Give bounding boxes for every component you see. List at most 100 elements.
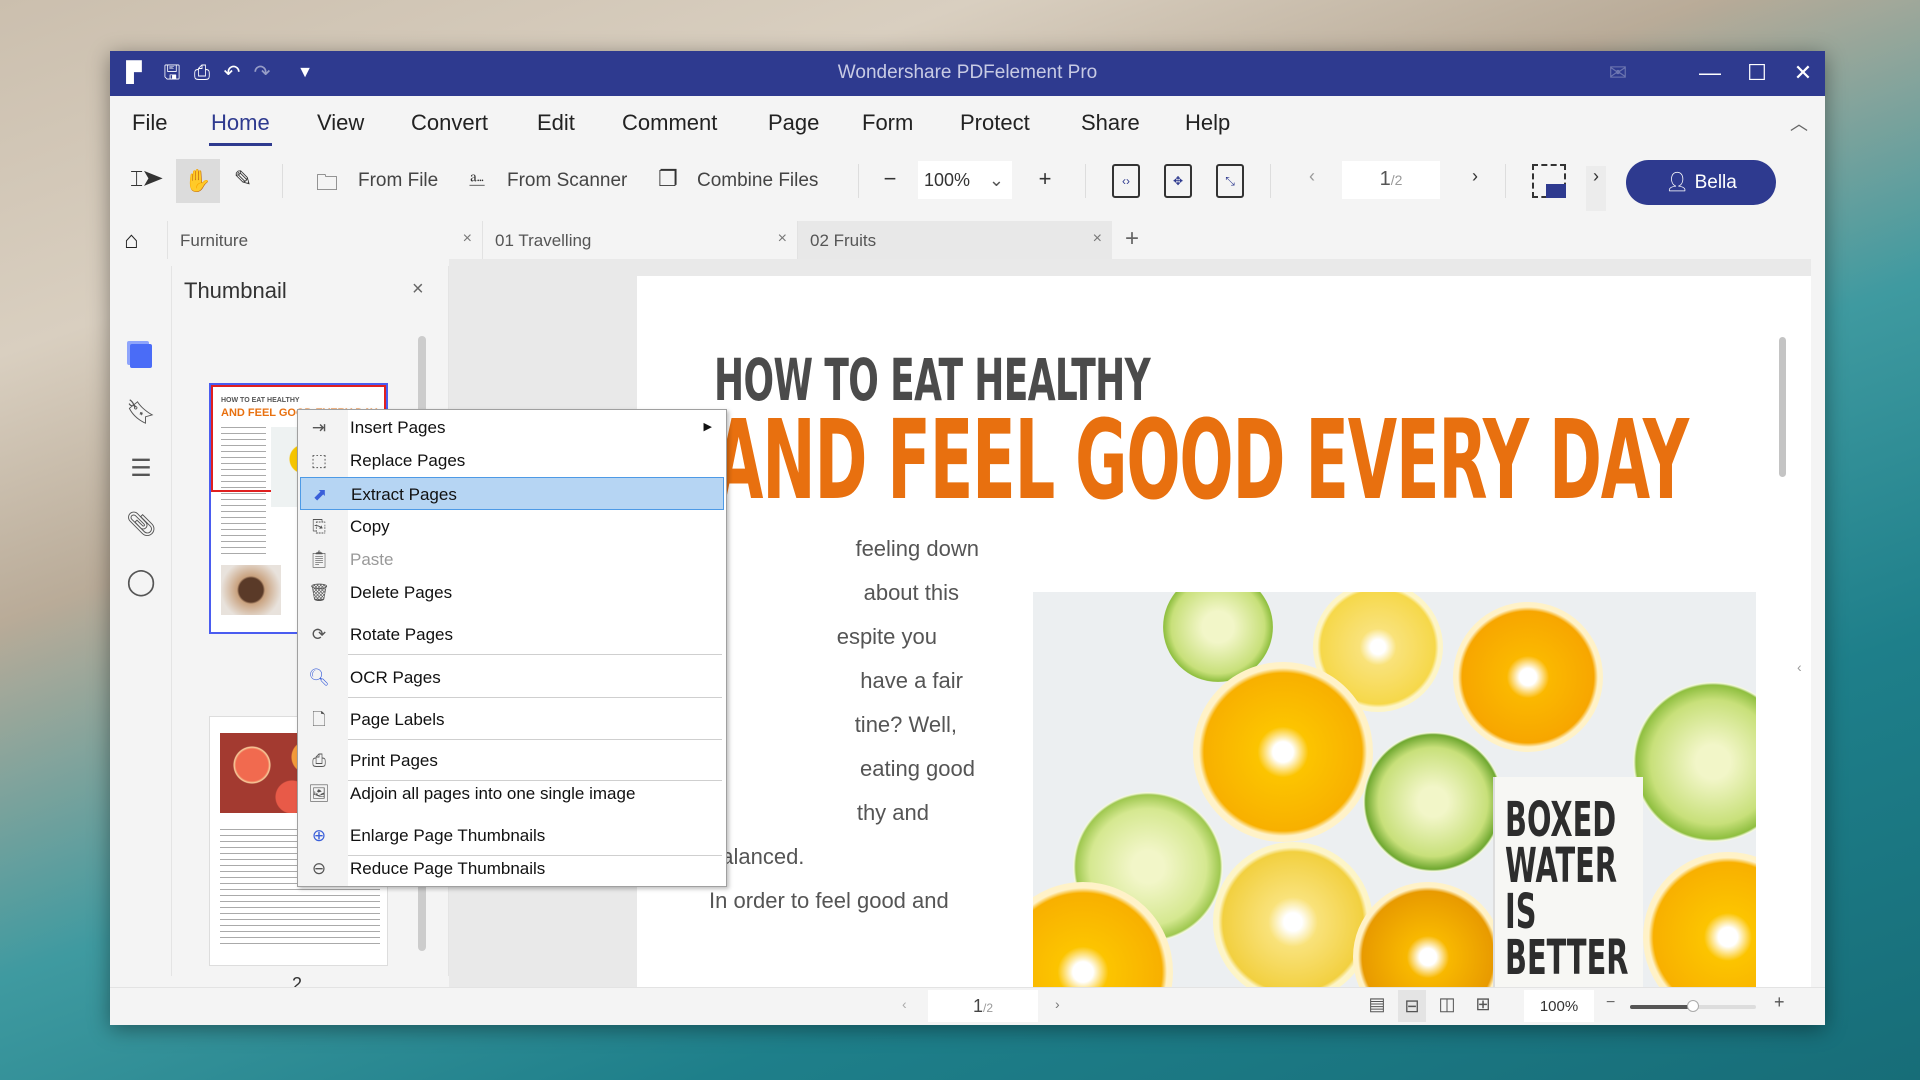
new-tab-button[interactable]: +	[1125, 225, 1139, 253]
user-icon: 👤︎	[1665, 172, 1695, 193]
close-panel-icon[interactable]: ×	[412, 278, 424, 301]
tab-label: 02 Fruits	[810, 231, 877, 250]
copy-icon: ⎘	[312, 517, 326, 536]
status-next-page[interactable]: ›	[1055, 996, 1060, 1012]
collapse-ribbon-icon[interactable]: ︿	[1790, 110, 1808, 136]
page-current: 1	[1379, 168, 1391, 190]
page-total: /2	[1390, 172, 1403, 188]
page-input[interactable]: 1/2	[1342, 161, 1440, 199]
menu-protect[interactable]: Protect	[960, 110, 1030, 136]
menu-separator	[348, 697, 722, 698]
bookmark-icon[interactable]: 🔖︎	[126, 398, 156, 427]
context-menu-item-enlarge-page-thumbnails[interactable]: ⊕ Enlarge Page Thumbnails	[300, 819, 724, 852]
home-icon[interactable]: ⌂	[124, 227, 139, 255]
prev-page-button[interactable]: ‹	[1302, 166, 1322, 187]
menu-view[interactable]: View	[317, 110, 364, 136]
folder-add-icon[interactable]: 🗀	[310, 166, 344, 204]
from-file-button[interactable]: From File	[358, 170, 438, 192]
status-zoom-value[interactable]: 100%	[1524, 990, 1594, 1022]
menu-share[interactable]: Share	[1081, 110, 1140, 136]
select-tool-icon[interactable]: ⌶➤	[130, 166, 163, 192]
zoom-select[interactable]: 100% ⌄	[918, 161, 1012, 199]
context-menu-item-extract-pages[interactable]: ⬈ Extract Pages	[300, 477, 724, 510]
hand-tool-icon[interactable]: ✋	[176, 159, 220, 203]
close-tab-icon[interactable]: ×	[1093, 230, 1102, 248]
fit-page-icon[interactable]: ✥	[1164, 164, 1192, 198]
context-menu-item-page-labels[interactable]: 🗋 Page Labels	[300, 703, 724, 736]
context-menu-item-copy[interactable]: ⎘ Copy	[300, 510, 724, 543]
context-menu-item-reduce-page-thumbnails[interactable]: ⊖ Reduce Page Thumbnails	[300, 852, 724, 885]
combine-files-icon[interactable]: ❐	[653, 166, 683, 192]
menu-separator	[348, 654, 722, 655]
fit-width-icon[interactable]: ‹›	[1112, 164, 1140, 198]
maximize-button[interactable]: ☐	[1742, 59, 1772, 87]
right-panel-toggle-icon[interactable]: ‹	[1797, 659, 1802, 675]
context-menu-item-rotate-pages[interactable]: ⟳ Rotate Pages	[300, 618, 724, 651]
menu-convert[interactable]: Convert	[411, 110, 488, 136]
scanner-icon[interactable]: ⎁	[460, 166, 494, 192]
zoom-slider-handle[interactable]	[1687, 1000, 1699, 1012]
vertical-scrollbar[interactable]	[1779, 337, 1786, 477]
menu-page[interactable]: Page	[768, 110, 819, 136]
zoom-in-button[interactable]: +	[1035, 166, 1055, 192]
chevron-down-icon: ⌄	[988, 170, 1004, 190]
continuous-view-icon[interactable]: ⊟	[1398, 990, 1426, 1022]
tab-furniture[interactable]: Furniture ×	[167, 221, 482, 259]
search-icon[interactable]: ◯	[126, 566, 156, 597]
mail-icon[interactable]: ✉	[1603, 59, 1633, 87]
more-tools-chevron-icon[interactable]: ›	[1586, 166, 1606, 211]
context-menu-item-ocr-pages[interactable]: 🔍︎ OCR Pages	[300, 661, 724, 694]
status-zoom-out[interactable]: −	[1606, 994, 1615, 1012]
rotate-view-icon[interactable]: ⤡	[1216, 164, 1244, 198]
menu-file[interactable]: File	[132, 110, 167, 136]
close-button[interactable]: ✕	[1788, 59, 1818, 87]
thumbnail-panel-icon[interactable]	[130, 344, 152, 368]
next-page-button[interactable]: ›	[1465, 166, 1485, 187]
thumbnail-title: Thumbnail	[184, 278, 287, 303]
insert-pages-icon: ⇥	[311, 418, 327, 437]
status-page-input[interactable]: 1/2	[928, 990, 1038, 1022]
menu-item-label: Replace Pages	[350, 451, 466, 470]
close-tab-icon[interactable]: ×	[778, 230, 787, 248]
context-menu-item-print-pages[interactable]: ⎙ Print Pages	[300, 744, 724, 777]
menu-edit[interactable]: Edit	[537, 110, 575, 136]
status-prev-page[interactable]: ‹	[902, 996, 907, 1012]
menu-form[interactable]: Form	[862, 110, 913, 136]
image-icon: 🖼︎	[308, 784, 330, 803]
menu-separator	[348, 739, 722, 740]
single-page-view-icon[interactable]: ▤	[1366, 994, 1388, 1015]
tab-travelling[interactable]: 01 Travelling ×	[482, 221, 797, 259]
grid-view-icon[interactable]: ⊞	[1472, 994, 1494, 1015]
combine-files-button[interactable]: Combine Files	[697, 170, 818, 192]
zoom-slider[interactable]	[1630, 1000, 1756, 1012]
body-line: about this	[863, 580, 959, 605]
context-menu-item-delete-pages[interactable]: 🗑︎ Delete Pages	[300, 576, 724, 609]
citrus-photo: BOXED WATER IS BETTER	[1033, 592, 1756, 987]
screenshot-icon[interactable]	[1532, 164, 1566, 198]
menu-home[interactable]: Home	[209, 110, 272, 146]
zoom-out-button[interactable]: −	[880, 166, 900, 192]
context-menu-item-insert-pages[interactable]: ⇥ Insert Pages ▶	[300, 411, 724, 444]
status-zoom-in[interactable]: +	[1774, 992, 1785, 1013]
tab-fruits[interactable]: 02 Fruits ×	[797, 221, 1112, 259]
context-menu-item-replace-pages[interactable]: ⬚ Replace Pages	[300, 444, 724, 477]
context-menu-item-paste[interactable]: 📋︎ Paste	[300, 543, 724, 576]
edit-tool-icon[interactable]: ✎	[228, 166, 258, 192]
close-tab-icon[interactable]: ×	[463, 230, 472, 248]
paste-icon: 📋︎	[308, 550, 330, 569]
body-line: thy and	[856, 800, 929, 825]
zoom-in-icon: ⊕	[311, 826, 327, 845]
context-menu-item-adjoin-all-pages-into-one-single-image[interactable]: 🖼︎ Adjoin all pages into one single image	[300, 777, 724, 810]
user-account-button[interactable]: 👤︎ Bella	[1626, 160, 1776, 205]
comment-icon[interactable]: ☰	[126, 454, 156, 483]
from-scanner-button[interactable]: From Scanner	[507, 170, 627, 192]
page-current: 1	[972, 996, 983, 1016]
menu-item-label: Paste	[350, 550, 394, 569]
page-total: /2	[983, 1001, 994, 1015]
menu-help[interactable]: Help	[1185, 110, 1230, 136]
attachment-icon[interactable]: 📎︎	[126, 510, 156, 539]
minimize-button[interactable]: —	[1695, 59, 1725, 87]
menu-comment[interactable]: Comment	[622, 110, 717, 136]
menu-item-label: Enlarge Page Thumbnails	[350, 826, 546, 845]
two-page-view-icon[interactable]: ◫	[1436, 994, 1458, 1015]
